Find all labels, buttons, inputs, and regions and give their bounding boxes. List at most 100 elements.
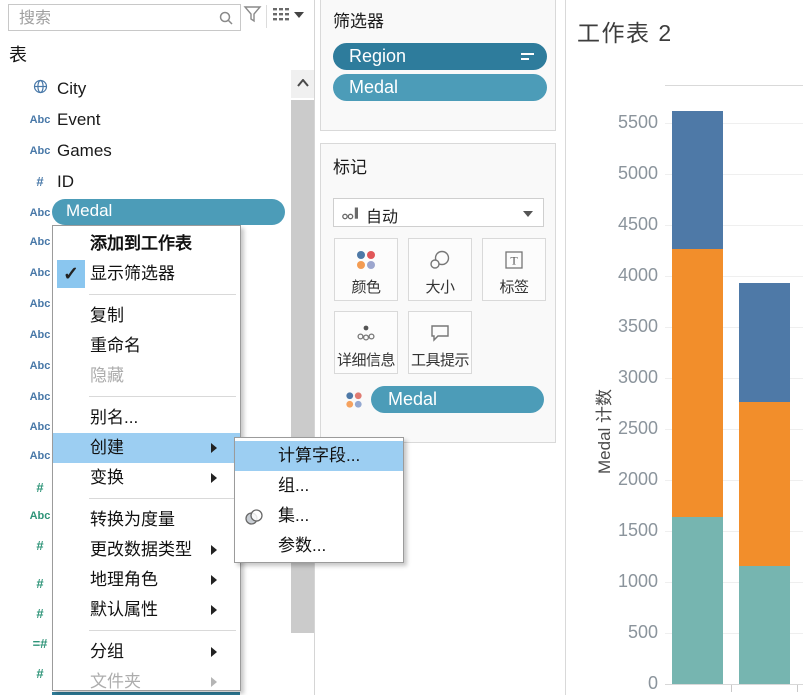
menu-item-label: 变换 xyxy=(90,468,124,487)
field-type-icon: Abc xyxy=(29,267,51,279)
tooltip-bubble-icon xyxy=(409,317,471,349)
bar-chart-icon xyxy=(342,206,359,225)
scrollbar-up-arrow[interactable] xyxy=(291,70,314,98)
submenu-arrow-icon xyxy=(211,677,217,687)
size-button[interactable]: 大小 xyxy=(408,238,472,301)
y-tick-label: 3000 xyxy=(617,367,658,387)
bar-segment-blue[interactable] xyxy=(672,110,723,250)
marks-card: 标记 自动 颜色 大小 T 标签 详细信息 工具提示 Medal xyxy=(320,143,556,443)
menu-item-label: 集... xyxy=(278,506,310,525)
checked-state: ✓ xyxy=(57,260,85,288)
button-label: 详细信息 xyxy=(336,352,396,369)
menu-separator xyxy=(89,294,236,295)
field-label: ID xyxy=(57,171,74,191)
y-tick-label: 4500 xyxy=(617,214,658,234)
field-type-icon: # xyxy=(36,606,44,621)
filter-pill-medal[interactable]: Medal xyxy=(333,74,547,101)
menu-item-transform[interactable]: 变换 xyxy=(53,463,240,493)
menu-item-hide: 隐藏 xyxy=(53,361,240,391)
bar-segment-orange[interactable] xyxy=(739,402,790,566)
toolbar-divider xyxy=(266,5,267,28)
submenu-arrow-icon xyxy=(211,443,217,453)
plot-area: 0 500 1000 1500 2000 2500 3000 3500 4000 4500 5000… xyxy=(566,0,803,695)
medal-field-pill[interactable]: Medal xyxy=(52,199,285,225)
menu-item-create[interactable]: 创建 xyxy=(53,433,240,463)
chevron-down-icon xyxy=(523,211,533,217)
submenu-item-set[interactable]: 集... xyxy=(235,501,403,531)
number-field-icon: # xyxy=(36,174,44,189)
submenu-arrow-icon xyxy=(211,647,217,657)
y-tick-label: 2500 xyxy=(617,418,658,438)
detail-button[interactable]: 详细信息 xyxy=(334,311,398,374)
bar-segment-blue[interactable] xyxy=(739,283,790,403)
field-label: Games xyxy=(57,140,112,160)
menu-item-alias[interactable]: 别名... xyxy=(53,403,240,433)
menu-item-label: 计算字段... xyxy=(278,446,361,465)
y-tick-label: 3500 xyxy=(617,316,658,336)
menu-item-show-filter[interactable]: ✓ 显示筛选器 xyxy=(53,259,240,289)
y-tick-label: 2000 xyxy=(617,469,658,489)
menu-item-change-data-type[interactable]: 更改数据类型 xyxy=(53,535,240,565)
field-row-city[interactable]: City xyxy=(0,73,290,104)
menu-item-label: 创建 xyxy=(90,438,124,457)
menu-item-label: 地理角色 xyxy=(90,570,158,589)
bar-segment-teal[interactable] xyxy=(739,565,790,684)
y-tick-label: 1000 xyxy=(617,571,658,591)
view-options-caret-icon[interactable] xyxy=(294,12,304,35)
field-row-event[interactable]: Abc Event xyxy=(0,104,290,135)
text-field-icon: Abc xyxy=(29,113,51,126)
y-tick-label: 1500 xyxy=(617,520,658,540)
field-type-icon: # xyxy=(36,480,44,495)
menu-item-copy[interactable]: 复制 xyxy=(53,301,240,331)
x-axis-tick xyxy=(731,685,732,692)
search-box[interactable] xyxy=(8,4,241,31)
field-label: City xyxy=(57,78,87,98)
field-type-icon: Abc xyxy=(29,329,51,341)
menu-item-label: 重命名 xyxy=(90,336,141,355)
mark-type-value: 自动 xyxy=(366,209,399,226)
field-label: Event xyxy=(57,109,101,129)
tableau-window: 表 City Abc Event Abc Games # ID Abc xyxy=(0,0,803,695)
submenu-item-parameter[interactable]: 参数... xyxy=(235,531,403,561)
menu-item-label: 添加到工作表 xyxy=(90,234,192,253)
submenu-item-calculated-field[interactable]: 计算字段... xyxy=(235,441,403,471)
y-tick-label: 5500 xyxy=(617,112,658,132)
menu-item-label: 组... xyxy=(278,476,310,495)
context-menu: 添加到工作表 ✓ 显示筛选器 复制 重命名 隐藏 别名... 创建 变换 转换为… xyxy=(52,225,241,691)
color-dots-icon xyxy=(335,244,397,276)
view-as-list-icon[interactable] xyxy=(272,6,291,29)
menu-item-geographic-role[interactable]: 地理角色 xyxy=(53,565,240,595)
bar-segment-orange[interactable] xyxy=(672,249,723,517)
field-row-medal[interactable]: Abc Medal xyxy=(0,197,290,228)
bar-segment-teal[interactable] xyxy=(672,516,723,684)
filter-funnel-icon[interactable] xyxy=(243,6,262,29)
field-type-icon: =# xyxy=(32,636,48,651)
field-type-icon: # xyxy=(36,538,44,553)
mark-type-dropdown[interactable]: 自动 xyxy=(333,198,544,227)
globe-icon xyxy=(27,79,53,99)
menu-item-group-by[interactable]: 分组 xyxy=(53,637,240,667)
field-row-games[interactable]: Abc Games xyxy=(0,135,290,166)
gridline xyxy=(665,684,803,685)
filters-card: 筛选器 Region Medal xyxy=(320,0,556,131)
svg-text:T: T xyxy=(510,254,518,268)
submenu-item-group[interactable]: 组... xyxy=(235,471,403,501)
menu-item-label: 默认属性 xyxy=(90,600,158,619)
menu-item-label: 分组 xyxy=(90,642,124,661)
filter-pill-region[interactable]: Region xyxy=(333,43,547,70)
menu-item-default-properties[interactable]: 默认属性 xyxy=(53,595,240,625)
size-circles-icon xyxy=(409,244,471,276)
search-input[interactable] xyxy=(17,9,206,29)
menu-item-convert-to-measure[interactable]: 转换为度量 xyxy=(53,505,240,535)
label-button[interactable]: T 标签 xyxy=(482,238,546,301)
menu-item-add-to-worksheet[interactable]: 添加到工作表 xyxy=(53,229,240,259)
tooltip-button[interactable]: 工具提示 xyxy=(408,311,472,374)
button-label: 大小 xyxy=(425,279,455,296)
y-tick-label: 0 xyxy=(647,673,658,693)
color-button[interactable]: 颜色 xyxy=(334,238,398,301)
menu-item-rename[interactable]: 重命名 xyxy=(53,331,240,361)
field-row-id[interactable]: # ID xyxy=(0,166,290,197)
submenu-arrow-icon xyxy=(211,545,217,555)
marks-pill-medal[interactable]: Medal xyxy=(371,386,544,413)
button-label: 标签 xyxy=(499,279,529,296)
